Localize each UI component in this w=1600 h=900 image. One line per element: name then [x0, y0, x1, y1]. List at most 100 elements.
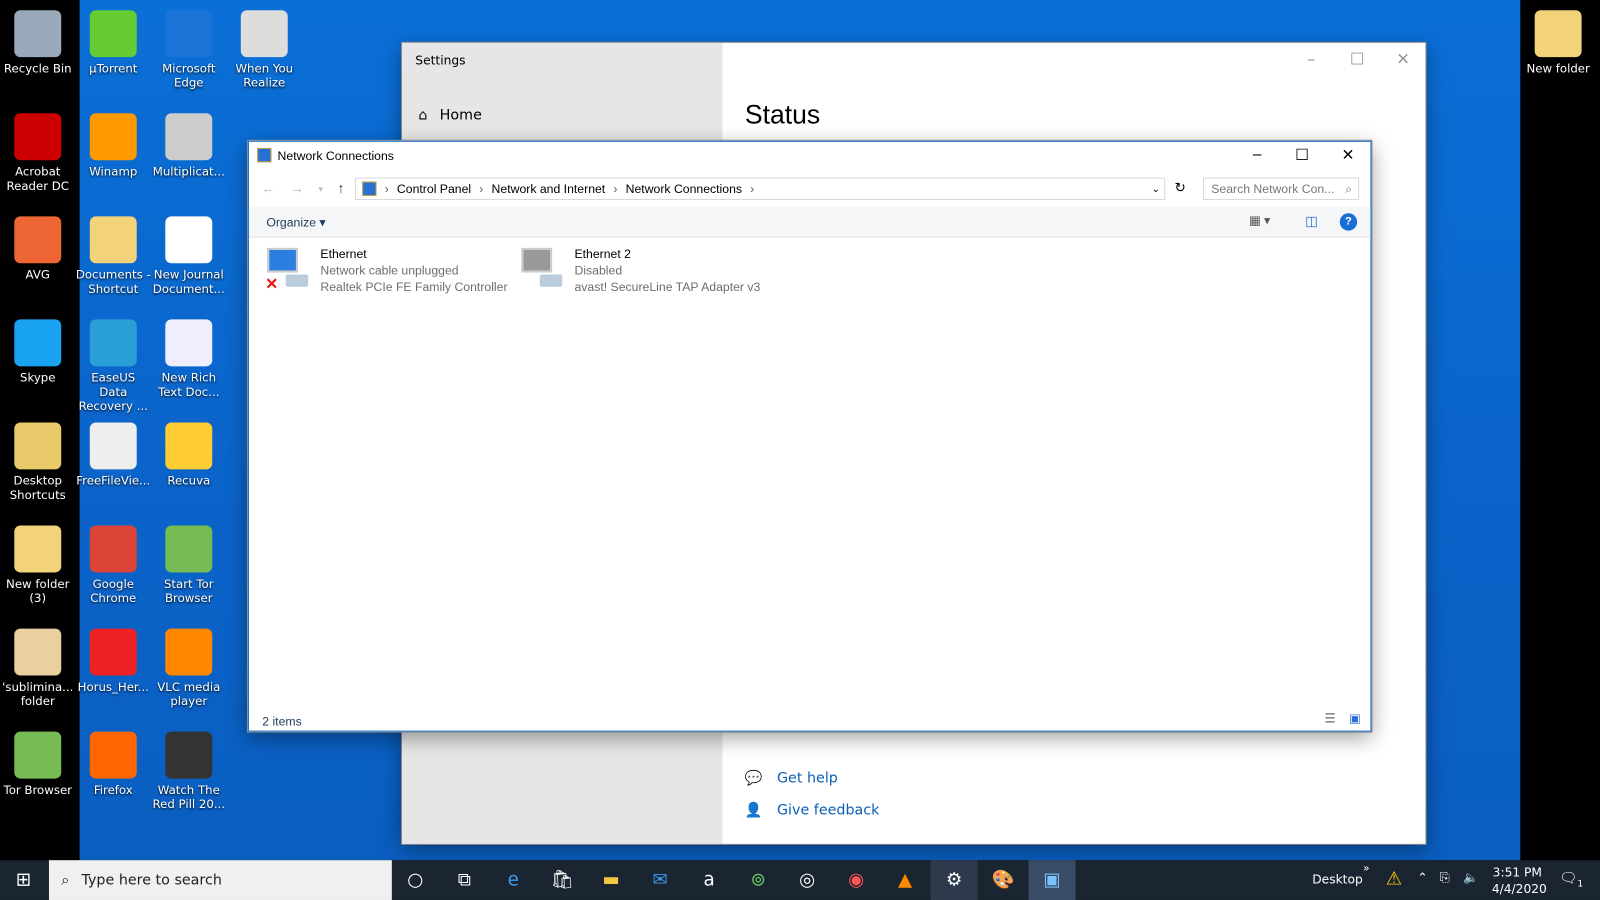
search-icon: ⌕ — [61, 871, 70, 889]
paint-taskbar-icon[interactable]: 🎨 — [980, 860, 1027, 900]
shortcut-icon — [89, 10, 137, 58]
task-view-icon[interactable]: ⧉ — [441, 860, 488, 900]
toolbar-expand-icon[interactable]: » — [1363, 863, 1369, 874]
up-icon[interactable]: ↑ — [337, 180, 344, 196]
close-button[interactable]: ✕ — [1383, 49, 1424, 68]
warning-icon[interactable]: ⚠ — [1386, 868, 1402, 889]
desktop-icon[interactable]: When You Realize — [227, 4, 303, 90]
shortcut-icon — [89, 422, 137, 470]
search-input[interactable]: Search Network Con... ⌕ — [1203, 177, 1360, 200]
maximize-button[interactable]: ☐ — [1337, 49, 1378, 68]
chrome-like-taskbar-icon[interactable]: ◉ — [833, 860, 880, 900]
desktop-icon[interactable]: Acrobat Reader DC — [0, 107, 76, 193]
volume-icon[interactable]: 🔈 — [1463, 870, 1478, 884]
desktop-icon[interactable]: FreeFileVie... — [76, 416, 152, 488]
cortana-icon[interactable]: ○ — [392, 860, 439, 900]
view-options-button[interactable]: ▦ ▾ — [1249, 213, 1270, 227]
amazon-taskbar-icon[interactable]: a — [686, 860, 733, 900]
shortcut-icon — [1534, 10, 1582, 58]
minimize-button[interactable]: – — [1291, 49, 1332, 68]
help-button[interactable]: ? — [1339, 213, 1358, 231]
search-icon: ⌕ — [1345, 181, 1353, 196]
preview-pane-button[interactable]: ◫ — [1305, 213, 1318, 229]
start-button[interactable]: ⊞ — [0, 860, 47, 900]
shortcut-icon — [14, 216, 62, 264]
organize-button[interactable]: Organize ▾ — [266, 215, 325, 229]
recent-chevron-icon[interactable]: ▾ — [318, 184, 323, 196]
shortcut-icon — [89, 731, 137, 779]
action-center-icon[interactable]: 🗨1 — [1559, 870, 1583, 889]
desktop-icon[interactable]: VLC media player — [151, 622, 227, 708]
shortcut-icon — [165, 10, 213, 58]
desktop-icon[interactable]: Documents - Shortcut — [76, 210, 152, 296]
shortcut-icon — [89, 525, 137, 573]
settings-taskbar-icon[interactable]: ⚙ — [930, 860, 978, 900]
breadcrumb-network-connections[interactable]: Network Connections — [626, 182, 742, 196]
network-folder-icon — [362, 181, 377, 196]
tripadvisor-taskbar-icon[interactable]: ⊚ — [735, 860, 782, 900]
breadcrumb-network-internet[interactable]: Network and Internet — [492, 182, 606, 196]
desktop-icon[interactable]: µTorrent — [76, 4, 152, 76]
desktop-icon[interactable]: Start Tor Browser — [151, 519, 227, 605]
back-icon[interactable]: ← — [261, 180, 275, 196]
desktop-icon[interactable]: EaseUS Data Recovery ... — [76, 313, 152, 413]
address-dropdown-icon[interactable]: ⌄ — [1152, 183, 1161, 194]
network-adapter-item[interactable]: Ethernet 2 Disabled avast! SecureLine TAP … — [519, 246, 760, 295]
help-icon: 💬 — [744, 770, 763, 787]
show-hidden-icons[interactable]: ⌃ — [1417, 870, 1427, 884]
network-adapter-item[interactable]: ✕ Ethernet Network cable unplugged Realtek… — [265, 246, 507, 295]
desktop-icon[interactable]: Winamp — [76, 107, 152, 179]
desktop-icon[interactable]: New Rich Text Doc... — [151, 313, 227, 399]
edge-taskbar-icon[interactable]: e — [490, 860, 537, 900]
clock[interactable]: 3:51 PM 4/4/2020 — [1492, 864, 1547, 897]
shortcut-icon — [14, 319, 62, 367]
desktop-icon[interactable]: Skype — [0, 313, 76, 385]
large-icons-view-button[interactable]: ▣ — [1349, 711, 1361, 725]
desktop-icon[interactable]: Watch The Red Pill 20... — [151, 726, 227, 811]
desktop-icon[interactable]: Google Chrome — [76, 519, 152, 605]
shortcut-icon — [89, 319, 137, 367]
desktop-icon[interactable]: Recycle Bin — [0, 4, 76, 76]
maximize-button[interactable]: ☐ — [1282, 146, 1323, 164]
desktop-icon[interactable]: Multiplicat... — [151, 107, 227, 179]
shortcut-icon — [165, 216, 213, 264]
desktop-icon[interactable]: Firefox — [76, 726, 152, 797]
mail-taskbar-icon[interactable]: ✉ — [637, 860, 684, 900]
desktop-icon[interactable]: New folder (3) — [0, 519, 76, 605]
error-x-icon: ✕ — [265, 275, 279, 293]
address-bar[interactable]: › Control Panel › Network and Internet › N… — [355, 177, 1166, 200]
give-feedback-link[interactable]: 👤 Give feedback — [745, 802, 880, 818]
shortcut-icon — [14, 731, 62, 779]
desktop-icon[interactable]: AVG — [0, 210, 76, 282]
store-taskbar-icon[interactable]: 🛍 — [539, 860, 586, 900]
file-explorer-taskbar-icon[interactable]: ▬ — [588, 860, 635, 900]
network-connections-taskbar-icon[interactable]: ▣ — [1028, 860, 1076, 900]
page-title: Status — [744, 98, 821, 130]
desktop-icon[interactable]: New folder — [1520, 4, 1596, 76]
network-folder-icon — [257, 147, 272, 163]
get-help-link[interactable]: 💬 Get help — [745, 770, 838, 786]
desktop-icon[interactable]: Horus_Her... — [76, 622, 152, 694]
desktop-icon[interactable]: Desktop Shortcuts — [0, 416, 76, 502]
desktop-icon[interactable]: Microsoft Edge — [151, 4, 227, 90]
desktop-icon[interactable]: 'sublimina... folder — [0, 622, 76, 708]
desktop-icon[interactable]: New Journal Document... — [151, 210, 227, 296]
media-taskbar-icon[interactable]: ◎ — [784, 860, 831, 900]
network-adapter-icon — [519, 246, 564, 293]
network-tray-icon[interactable]: ⎘ — [1440, 870, 1450, 885]
desktop-icon[interactable]: Recuva — [151, 416, 227, 488]
close-button[interactable]: ✕ — [1328, 146, 1369, 164]
details-view-button[interactable]: ☰ — [1324, 711, 1335, 725]
desktop-toolbar[interactable]: Desktop — [1312, 872, 1363, 886]
refresh-icon[interactable]: ↻ — [1174, 180, 1185, 196]
home-icon: ⌂ — [418, 107, 428, 124]
desktop-icon[interactable]: Tor Browser — [0, 726, 76, 797]
window-title: Settings — [415, 53, 466, 68]
taskbar: ⊞ ⌕ Type here to search ○ ⧉ e 🛍 ▬ ✉ a ⊚ ◎… — [0, 860, 1600, 900]
forward-icon[interactable]: → — [290, 180, 304, 196]
minimize-button[interactable]: – — [1237, 146, 1278, 163]
breadcrumb-control-panel[interactable]: Control Panel — [397, 182, 471, 196]
taskbar-search[interactable]: ⌕ Type here to search — [48, 860, 392, 900]
vlc-taskbar-icon[interactable]: ▲ — [882, 860, 929, 900]
settings-home[interactable]: ⌂ Home — [418, 107, 482, 123]
